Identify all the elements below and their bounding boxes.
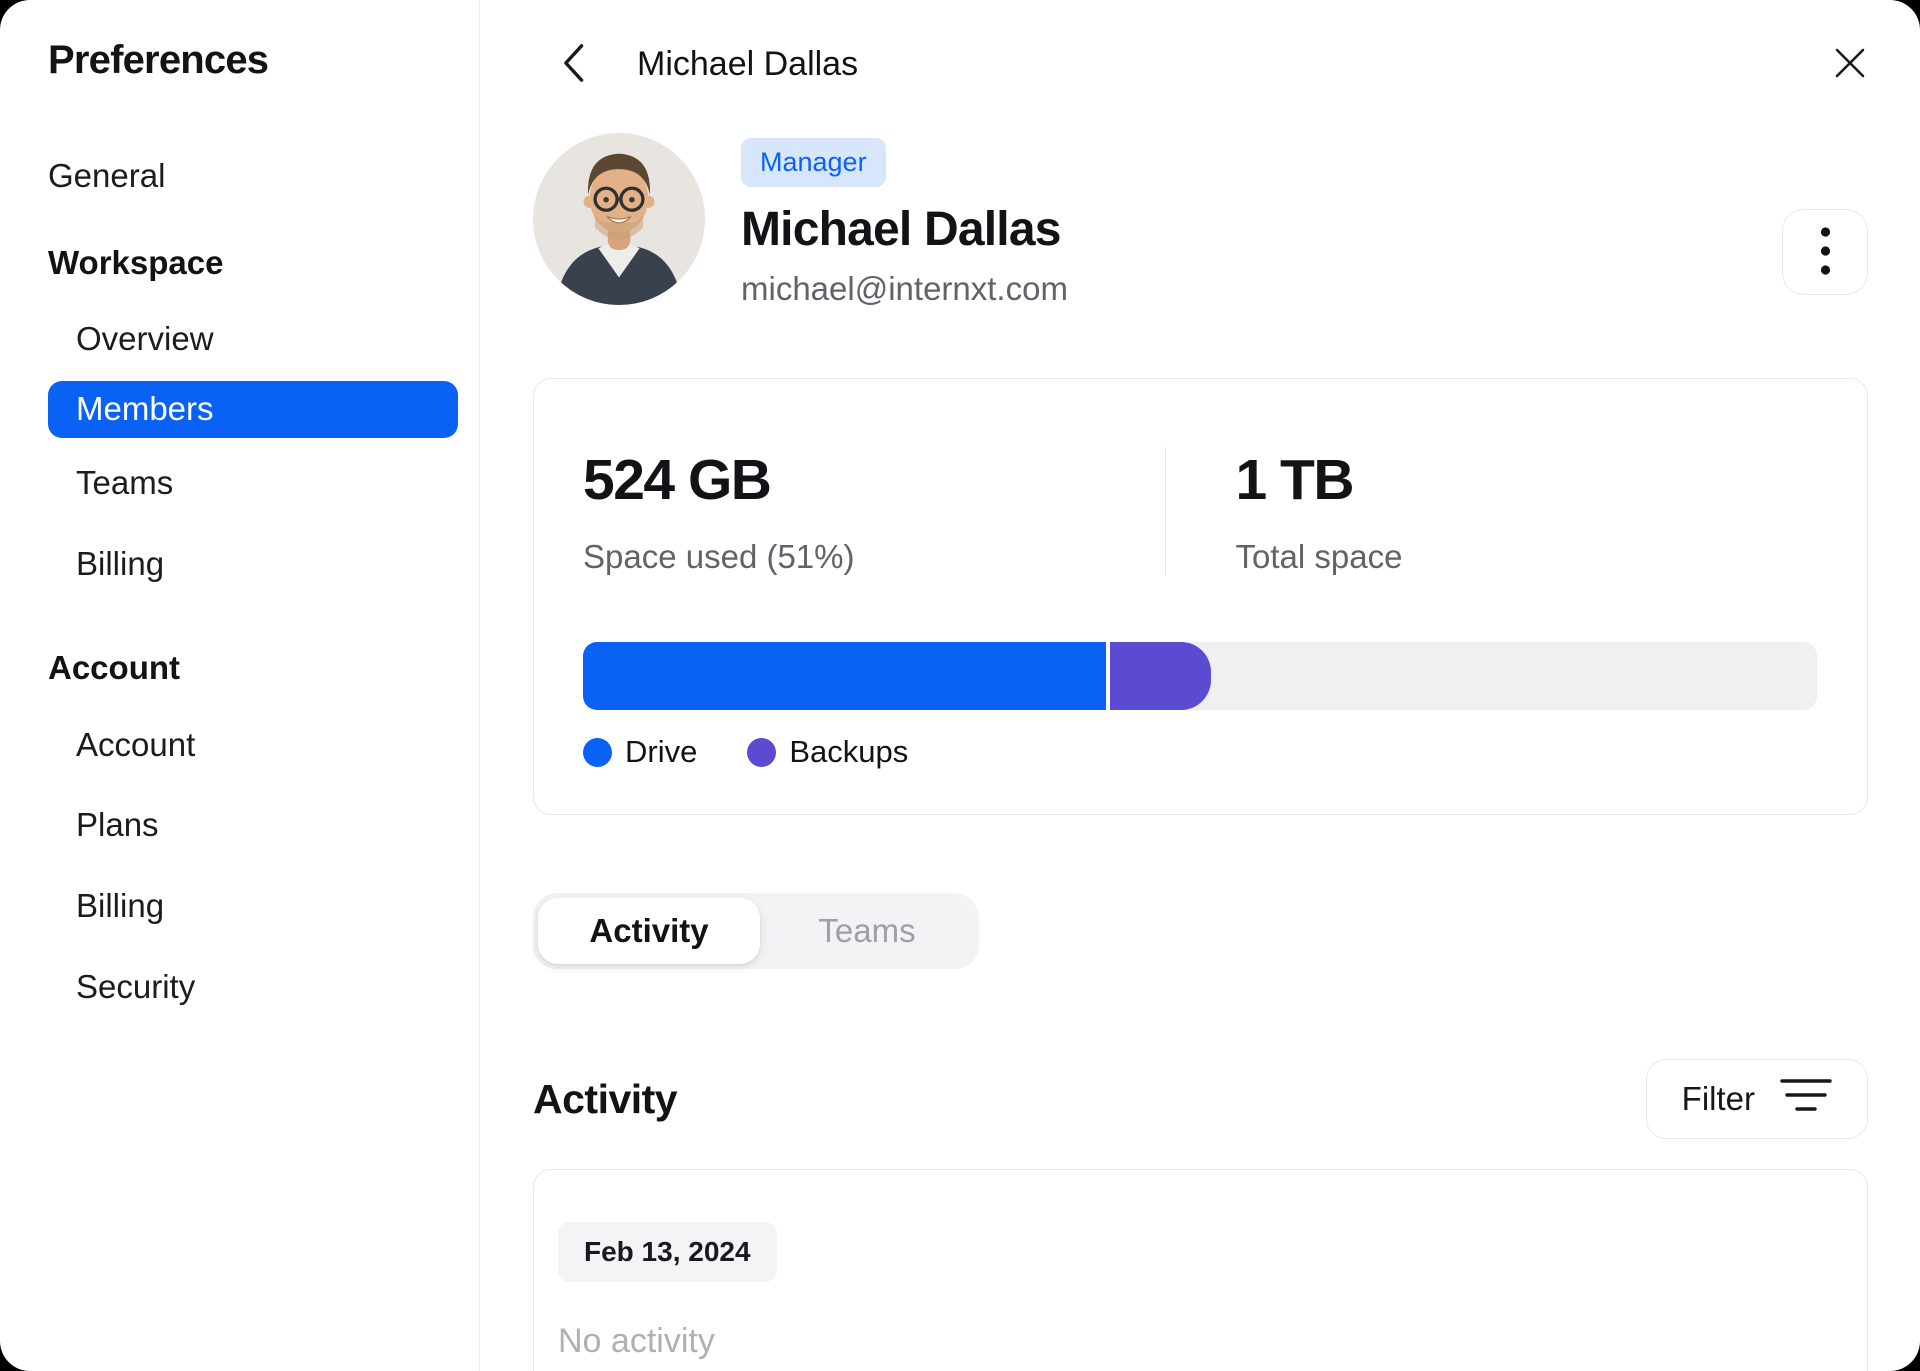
member-email: michael@internxt.com <box>741 270 1068 307</box>
total-space-label: Total space <box>1235 538 1403 575</box>
drive-usage-segment <box>583 642 1107 710</box>
role-badge: Manager <box>741 138 886 187</box>
member-detail-panel: Michael Dallas Manager Michael Dallas mi… <box>480 0 1920 1371</box>
sidebar-item-security[interactable]: Security <box>76 969 459 1005</box>
total-space-value: 1 TB <box>1235 448 1355 512</box>
sidebar-section-workspace: Workspace <box>48 243 224 281</box>
member-name: Michael Dallas <box>741 203 1061 256</box>
sidebar-item-plans[interactable]: Plans <box>76 808 459 843</box>
sidebar-item-account[interactable]: Account <box>76 727 459 763</box>
sidebar-item-workspace-billing[interactable]: Billing <box>76 546 459 582</box>
page-title: Michael Dallas <box>637 44 859 83</box>
detail-header: Michael Dallas <box>533 42 1868 86</box>
sidebar: Preferences General Workspace Overview M… <box>0 0 480 1371</box>
activity-date-badge: Feb 13, 2024 <box>558 1222 777 1282</box>
legend-item-drive: Drive <box>583 734 697 770</box>
backups-legend-label: Backups <box>789 734 909 769</box>
storage-stats: 524 GB Space used (51%) 1 TB Total space <box>583 447 1817 576</box>
backups-legend-dot <box>747 737 777 767</box>
back-button[interactable] <box>551 42 595 86</box>
sidebar-title: Preferences <box>48 38 269 82</box>
sidebar-item-account-billing[interactable]: Billing <box>76 888 459 924</box>
filter-button-label: Filter <box>1681 1080 1755 1117</box>
backups-usage-segment <box>1110 642 1212 710</box>
total-space-stat: 1 TB Total space <box>1164 447 1818 576</box>
close-icon <box>1832 45 1868 84</box>
preferences-modal: Preferences General Workspace Overview M… <box>0 0 1920 1371</box>
storage-usage-card: 524 GB Space used (51%) 1 TB Total space… <box>533 378 1868 815</box>
member-options-button[interactable] <box>1782 209 1868 295</box>
space-used-stat: 524 GB Space used (51%) <box>583 447 1165 576</box>
drive-legend-label: Drive <box>625 734 698 769</box>
member-profile: Manager Michael Dallas michael@internxt.… <box>533 133 1868 308</box>
close-button[interactable] <box>1824 38 1876 90</box>
detail-tabs: Activity Teams <box>533 893 979 969</box>
member-info: Manager Michael Dallas michael@internxt.… <box>741 133 1068 308</box>
filter-button[interactable]: Filter <box>1645 1059 1868 1139</box>
sidebar-section-account: Account <box>48 649 180 687</box>
sidebar-item-overview[interactable]: Overview <box>76 322 459 357</box>
sidebar-item-members[interactable]: Members <box>48 380 458 438</box>
space-used-label: Space used (51%) <box>583 538 855 575</box>
legend-item-backups: Backups <box>747 734 908 770</box>
sidebar-item-teams[interactable]: Teams <box>76 465 459 501</box>
tab-activity[interactable]: Activity <box>538 898 760 964</box>
sidebar-nav: General Workspace Overview Members Teams… <box>48 158 459 1005</box>
drive-legend-dot <box>583 737 612 767</box>
filter-lines-icon <box>1780 1074 1832 1124</box>
tab-teams[interactable]: Teams <box>760 898 974 964</box>
activity-header-row: Activity Filter <box>533 1059 1868 1139</box>
storage-progress-bar <box>583 642 1817 710</box>
usage-legend: Drive Backups <box>583 734 1817 770</box>
activity-heading: Activity <box>533 1075 678 1122</box>
activity-list-card: Feb 13, 2024 No activity <box>533 1169 1868 1371</box>
chevron-left-icon <box>558 43 588 86</box>
sidebar-item-general[interactable]: General <box>48 158 459 194</box>
avatar <box>533 133 705 305</box>
kebab-menu-icon <box>1820 226 1831 279</box>
space-used-value: 524 GB <box>583 448 772 512</box>
activity-empty-text: No activity <box>558 1322 715 1360</box>
